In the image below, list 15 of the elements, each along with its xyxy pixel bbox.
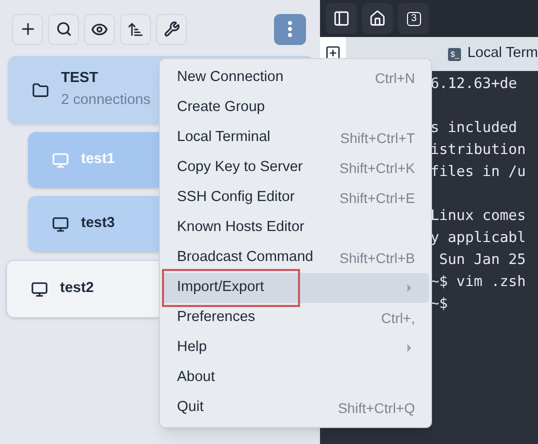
- group-name: TEST: [61, 69, 100, 88]
- terminal-line: files in /u: [430, 163, 527, 182]
- connection-name: test2: [60, 279, 94, 298]
- connection-count: 2 connections: [61, 91, 150, 110]
- terminal-line: 6.12.63+de: [430, 75, 518, 94]
- terminal-line: Linux comes: [430, 207, 527, 226]
- terminal-line: ~$: [430, 295, 449, 314]
- terminal-icon: $_: [448, 48, 462, 60]
- connection-name: test1: [81, 150, 115, 170]
- connection-name: test3: [81, 214, 115, 234]
- terminal-line: s included: [430, 119, 518, 138]
- terminal-line: Sun Jan 25: [438, 251, 527, 270]
- terminal-line: y applicabl: [430, 229, 527, 248]
- terminal-line: istribution: [430, 141, 527, 160]
- terminal-line: ~$ vim .zsh: [430, 273, 527, 292]
